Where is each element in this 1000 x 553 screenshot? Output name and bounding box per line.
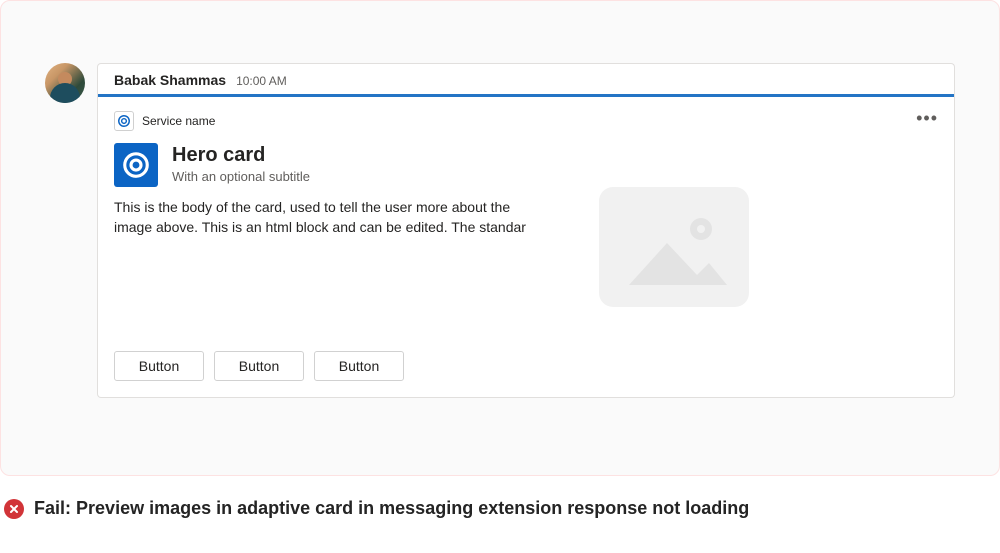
card-subtitle: With an optional subtitle	[172, 169, 310, 184]
card-body-text: This is the body of the card, used to te…	[114, 197, 534, 327]
app-icon	[114, 143, 158, 187]
service-icon	[114, 111, 134, 131]
message-block: Babak Shammas 10:00 AM Service name •••	[97, 63, 955, 398]
sender-avatar[interactable]	[45, 63, 85, 103]
figure-caption: Fail: Preview images in adaptive card in…	[0, 476, 1000, 519]
hero-header: Hero card With an optional subtitle	[114, 143, 938, 187]
card-button-2[interactable]: Button	[214, 351, 304, 381]
fail-icon	[4, 499, 24, 519]
image-placeholder-icon	[574, 167, 774, 327]
card-button-row: Button Button Button	[114, 351, 938, 381]
service-name: Service name	[142, 114, 215, 128]
hero-card: Service name ••• Hero card With an optio…	[97, 97, 955, 398]
card-title: Hero card	[172, 143, 310, 167]
example-frame: Babak Shammas 10:00 AM Service name •••	[0, 0, 1000, 476]
sender-name[interactable]: Babak Shammas	[114, 72, 226, 88]
caption-text: Fail: Preview images in adaptive card in…	[34, 498, 749, 519]
message-header: Babak Shammas 10:00 AM	[97, 63, 955, 94]
card-button-3[interactable]: Button	[314, 351, 404, 381]
card-button-1[interactable]: Button	[114, 351, 204, 381]
message-timestamp: 10:00 AM	[236, 74, 287, 88]
service-row: Service name	[114, 111, 938, 131]
overflow-menu-icon[interactable]: •••	[916, 109, 938, 127]
